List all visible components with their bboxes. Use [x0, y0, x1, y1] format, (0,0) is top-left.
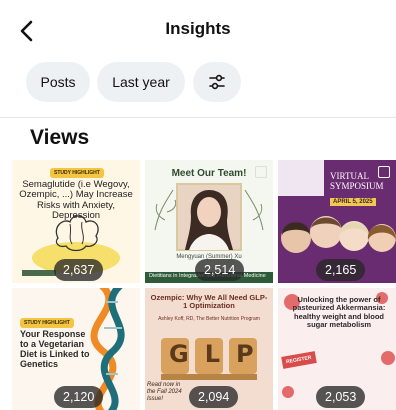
post-big-letters: GLP	[169, 340, 270, 368]
post-tile[interactable]: VIRTUAL SYMPOSIUM APRIL 5, 2025 2,165	[278, 160, 396, 283]
sliders-icon	[209, 74, 225, 90]
view-count: 2,637	[54, 259, 104, 281]
post-tile[interactable]: Unlocking the power of pasteurized Akker…	[278, 288, 396, 410]
top-bar: Insights	[0, 0, 396, 60]
post-tile[interactable]: STUDY HIGHLIGHT Your Response to a Veget…	[12, 288, 140, 410]
posts-filter-chip[interactable]: Posts	[26, 62, 90, 102]
divider	[0, 117, 396, 118]
post-tile[interactable]: Ozempic: Why We All Need GLP-1 Optimizat…	[145, 288, 273, 410]
period-filter-chip[interactable]: Last year	[97, 62, 185, 102]
post-tile[interactable]: Meet Our Team! Mengyuan (Summer) Xu Diet…	[145, 160, 273, 283]
post-tag: STUDY HIGHLIGHT	[20, 318, 74, 328]
filter-options-button[interactable]	[193, 62, 241, 102]
view-count: 2,165	[316, 259, 366, 281]
page-title: Insights	[165, 19, 231, 38]
filter-bar: Posts Last year	[0, 62, 396, 106]
view-count: 2,514	[195, 259, 245, 281]
posts-grid: STUDY HIGHLIGHT Semaglutide (i.e Wegovy,…	[0, 160, 396, 410]
view-count: 2,094	[189, 386, 239, 408]
section-title: Views	[30, 126, 90, 149]
view-count: 2,120	[54, 386, 104, 408]
post-headline: Unlocking the power of pasteurized Akker…	[292, 295, 386, 329]
post-note: Read now in the Fall 2024 Issue!	[147, 382, 182, 403]
view-count: 2,053	[316, 386, 366, 408]
post-headline: Your Response to a Vegetarian Diet is Li…	[20, 329, 90, 369]
post-tile[interactable]: STUDY HIGHLIGHT Semaglutide (i.e Wegovy,…	[12, 160, 140, 283]
